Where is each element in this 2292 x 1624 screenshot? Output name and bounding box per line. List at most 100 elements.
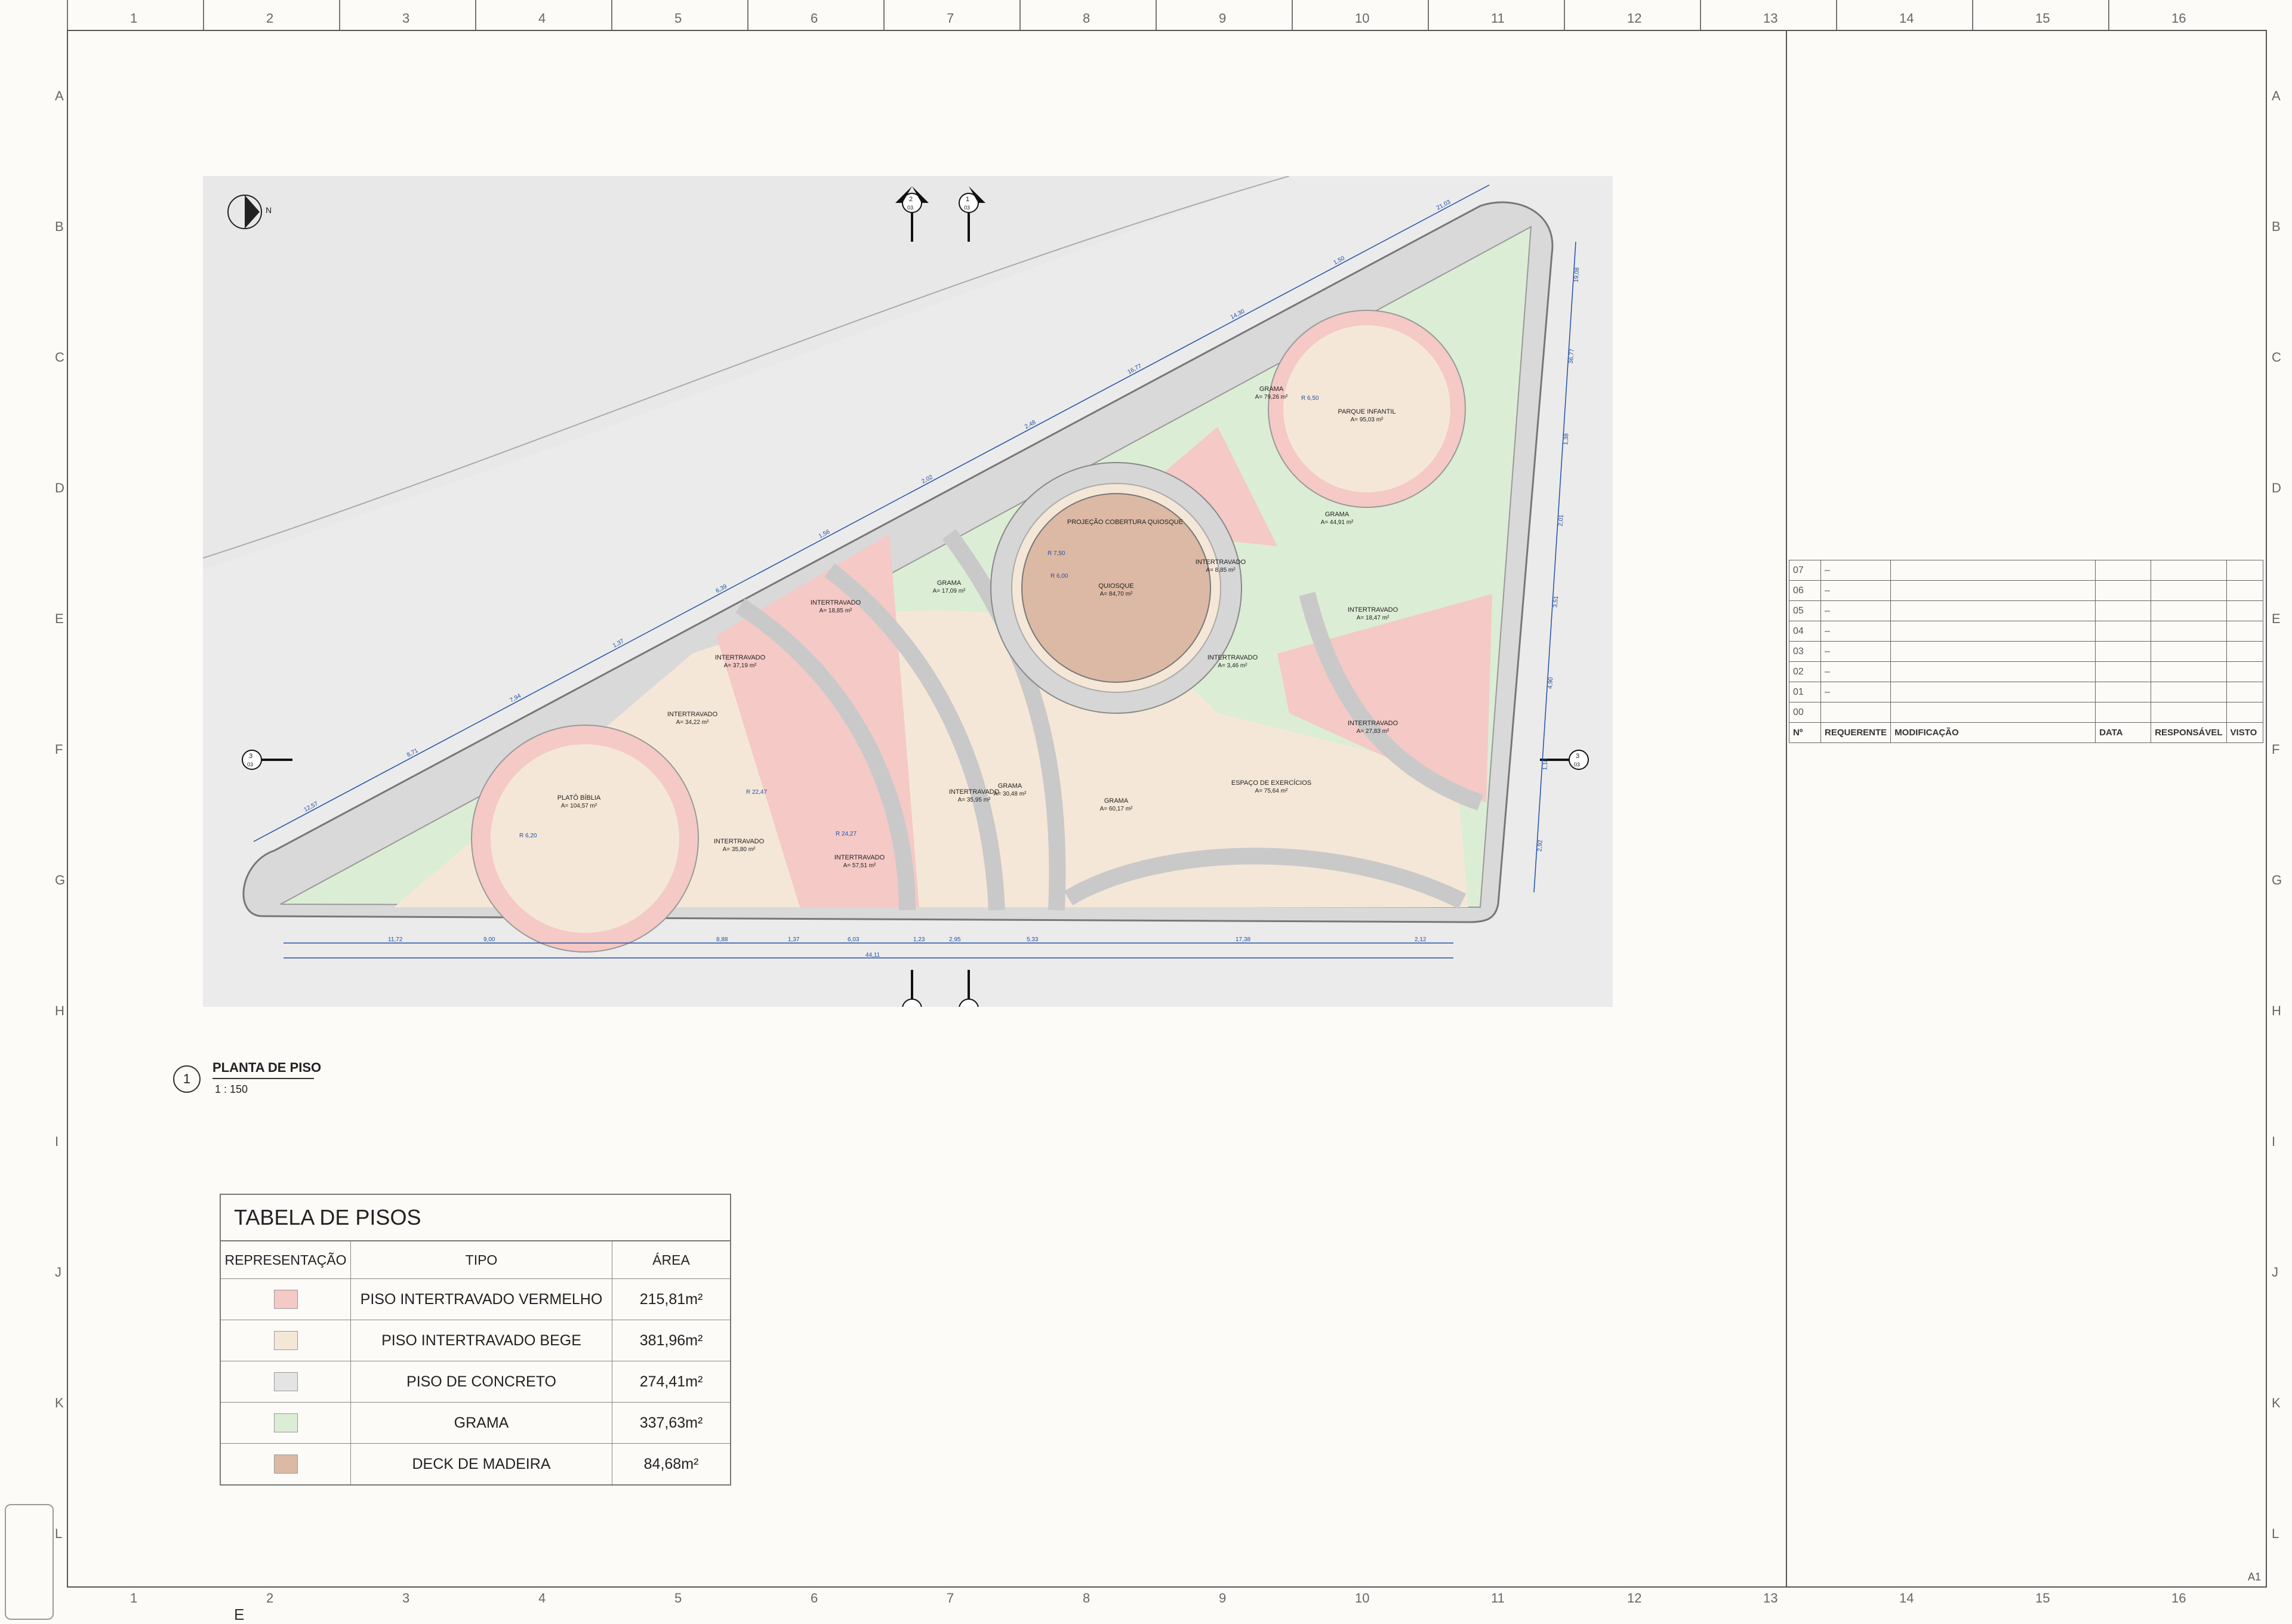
rev-visto xyxy=(2226,641,2264,662)
dimension-label: 2,92 xyxy=(1536,839,1544,852)
rev-requerente: – xyxy=(1820,621,1891,642)
row-label: H xyxy=(55,1003,64,1018)
rev-responsavel xyxy=(2151,661,2227,682)
rev-num: 00 xyxy=(1789,702,1821,723)
column-label: 1 xyxy=(130,11,138,26)
ruler-tick xyxy=(883,0,885,30)
column-label: 4 xyxy=(538,1591,546,1605)
floor-type: PISO INTERTRAVADO VERMELHO xyxy=(350,1278,612,1320)
ruler-tick xyxy=(611,0,612,30)
ruler-tick xyxy=(2108,0,2109,30)
col-header-representacao: REPRESENTAÇÃO xyxy=(220,1240,351,1279)
column-label: 16 xyxy=(2171,11,2186,26)
rev-num: 03 xyxy=(1789,641,1821,662)
column-label: 12 xyxy=(1627,1591,1642,1605)
rev-visto xyxy=(2226,580,2264,601)
column-label: 1 xyxy=(130,1591,138,1605)
row-label: L xyxy=(2272,1526,2279,1541)
row-label: A xyxy=(55,88,64,103)
area-name: GRAMA xyxy=(1104,797,1129,805)
revision-row: 02– xyxy=(1789,661,2264,682)
area-value: A= 35,95 m² xyxy=(958,797,991,803)
section-number: 2 xyxy=(909,196,913,203)
row-label: B xyxy=(2272,218,2281,234)
area-value: A= 8,85 m² xyxy=(1206,567,1236,574)
section-number: 3 xyxy=(1576,753,1579,760)
floor-area: 274,41m² xyxy=(612,1361,731,1403)
revision-row: 04– xyxy=(1789,621,2264,642)
floor-table-title: TABELA DE PISOS xyxy=(220,1194,731,1241)
area-name: QUIOSQUE xyxy=(1098,583,1133,590)
ruler-tick xyxy=(475,0,476,30)
column-label: 7 xyxy=(947,11,954,26)
floor-type: DECK DE MADEIRA xyxy=(350,1443,612,1486)
column-label: 14 xyxy=(1899,11,1914,26)
ruler-tick xyxy=(1836,0,1837,30)
area-name: INTERTRAVADO xyxy=(949,788,1000,796)
dimension-label: 1,37 xyxy=(788,936,800,943)
section-sheet: 03 xyxy=(1574,762,1580,768)
view-title: PLANTA DE PISO xyxy=(212,1060,322,1075)
dimension-label: 1,23 xyxy=(913,936,925,943)
area-name: INTERTRAVADO xyxy=(1348,606,1398,614)
row-label: L xyxy=(55,1526,63,1541)
area-name: ESPAÇO DE EXERCÍCIOS xyxy=(1231,779,1311,787)
floor-swatch-cell xyxy=(220,1443,351,1486)
dimension-label: R 7,50 xyxy=(1048,550,1065,557)
ruler-tick xyxy=(67,0,68,30)
rev-header-responsavel: RESPONSÁVEL xyxy=(2151,722,2227,743)
rev-modificacao xyxy=(1890,702,2096,723)
rev-responsavel xyxy=(2151,682,2227,702)
ruler-tick xyxy=(1564,0,1565,30)
rev-modificacao xyxy=(1890,600,2096,621)
rev-data xyxy=(2095,682,2152,702)
rev-requerente: – xyxy=(1820,682,1891,702)
total-dimension: 44,11 xyxy=(865,952,880,959)
area-name: INTERTRAVADO xyxy=(667,711,718,718)
row-label: J xyxy=(2272,1264,2278,1280)
section-sheet: 03 xyxy=(907,205,913,211)
column-label: 13 xyxy=(1763,11,1778,26)
rev-visto xyxy=(2226,560,2264,581)
row-label: D xyxy=(2272,480,2281,495)
revision-row: 05– xyxy=(1789,600,2264,621)
section-sheet: 03 xyxy=(247,762,253,768)
ruler-tick xyxy=(747,0,748,30)
rev-modificacao xyxy=(1890,641,2096,662)
column-label: 8 xyxy=(1083,11,1090,26)
row-label: F xyxy=(2272,741,2280,757)
rev-visto xyxy=(2226,702,2264,723)
view-number: 1 xyxy=(173,1065,201,1093)
column-label: 11 xyxy=(1491,1591,1505,1605)
rev-data xyxy=(2095,702,2152,723)
floor-type: PISO DE CONCRETO xyxy=(350,1361,612,1403)
column-label: 15 xyxy=(2035,1591,2050,1605)
rev-responsavel xyxy=(2151,580,2227,601)
rev-modificacao xyxy=(1890,682,2096,702)
dimension-label: 6,03 xyxy=(848,936,860,943)
rev-data xyxy=(2095,600,2152,621)
area-value: A= 79,26 m² xyxy=(1255,394,1288,400)
area-name: INTERTRAVADO xyxy=(714,838,765,845)
floor-plan-drawing: N 2 03 1 03 3 03 3 03 44,11 GRAMAA= 79,2… xyxy=(203,176,1613,1007)
dimension-label: 11,72 xyxy=(388,936,403,943)
floor-swatch xyxy=(273,1290,298,1309)
floor-table-row: DECK DE MADEIRA 84,68m² xyxy=(220,1443,731,1486)
floor-area: 84,68m² xyxy=(612,1443,731,1486)
rev-header-num: Nº xyxy=(1789,722,1821,743)
area-name: INTERTRAVADO xyxy=(1196,559,1246,566)
row-label: H xyxy=(2272,1003,2281,1018)
area-name: GRAMA xyxy=(1325,511,1350,518)
column-label: 3 xyxy=(402,1591,410,1605)
view-scale: 1 : 150 xyxy=(215,1083,248,1095)
column-label: 3 xyxy=(402,11,410,26)
floor-table-row: PISO INTERTRAVADO BEGE 381,96m² xyxy=(220,1320,731,1361)
rev-modificacao xyxy=(1890,580,2096,601)
title-block xyxy=(1786,30,2267,1588)
sheet-size: A1 xyxy=(2248,1571,2262,1583)
column-label: 15 xyxy=(2035,11,2050,26)
rev-requerente: – xyxy=(1820,661,1891,682)
rev-visto xyxy=(2226,621,2264,642)
area-value: A= 95,03 m² xyxy=(1351,417,1384,423)
column-label: 6 xyxy=(811,1591,818,1605)
